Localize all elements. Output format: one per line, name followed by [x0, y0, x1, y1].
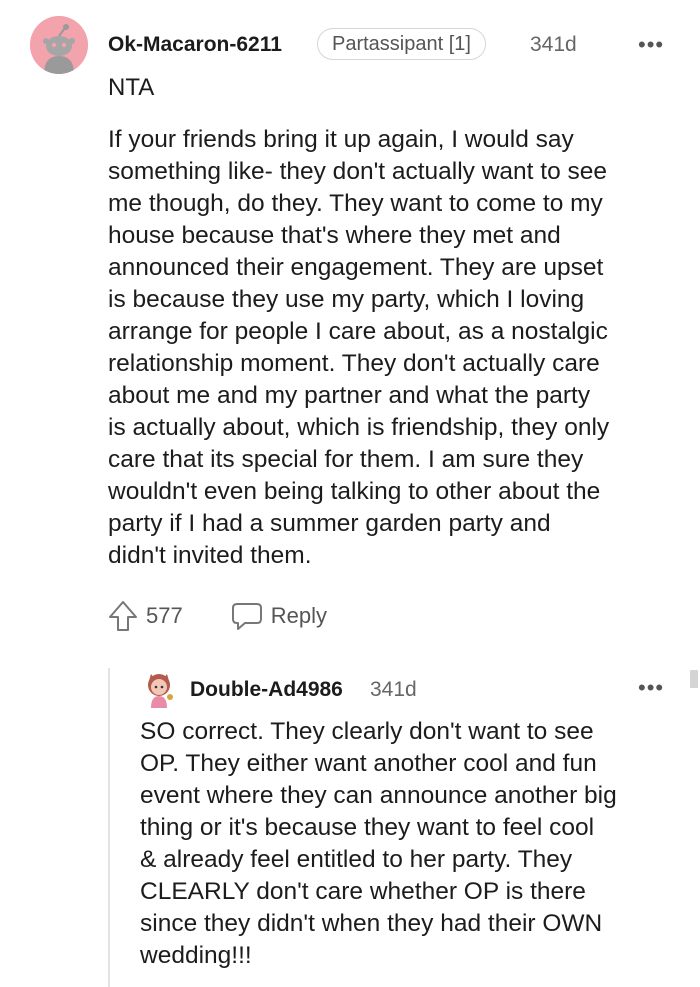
comment-actions: 577 Reply — [108, 596, 327, 636]
reply-bubble-icon — [231, 603, 262, 630]
reply-username[interactable]: Double-Ad4986 — [190, 678, 343, 702]
more-options-icon[interactable]: ••• — [638, 32, 664, 58]
reply-label: Reply — [270, 603, 327, 628]
upvote-count: 577 — [146, 603, 183, 628]
user-flair: Partassipant [1] — [317, 28, 486, 60]
reddit-snoo-icon — [30, 16, 88, 74]
comment-avatar[interactable] — [30, 16, 88, 74]
reply-avatar[interactable] — [140, 671, 178, 709]
reply-button[interactable]: Reply — [231, 601, 327, 631]
cartoon-avatar-icon — [148, 674, 173, 708]
comment-body: If your friends bring it up again, I wou… — [108, 126, 610, 569]
reply-age: 341d — [370, 678, 417, 701]
upvote-button[interactable]: 577 — [108, 599, 183, 633]
scrollbar-thumb[interactable] — [690, 670, 698, 688]
upvote-arrow-icon — [109, 601, 137, 631]
comment-username[interactable]: Ok-Macaron-6211 — [108, 33, 282, 57]
reply-body: SO correct. They clearly don't want to s… — [140, 718, 617, 969]
comment-age: 341d — [530, 33, 577, 56]
thread-line[interactable] — [108, 668, 110, 987]
reply-more-options-icon[interactable]: ••• — [638, 675, 664, 701]
comment-verdict: NTA — [108, 74, 155, 101]
